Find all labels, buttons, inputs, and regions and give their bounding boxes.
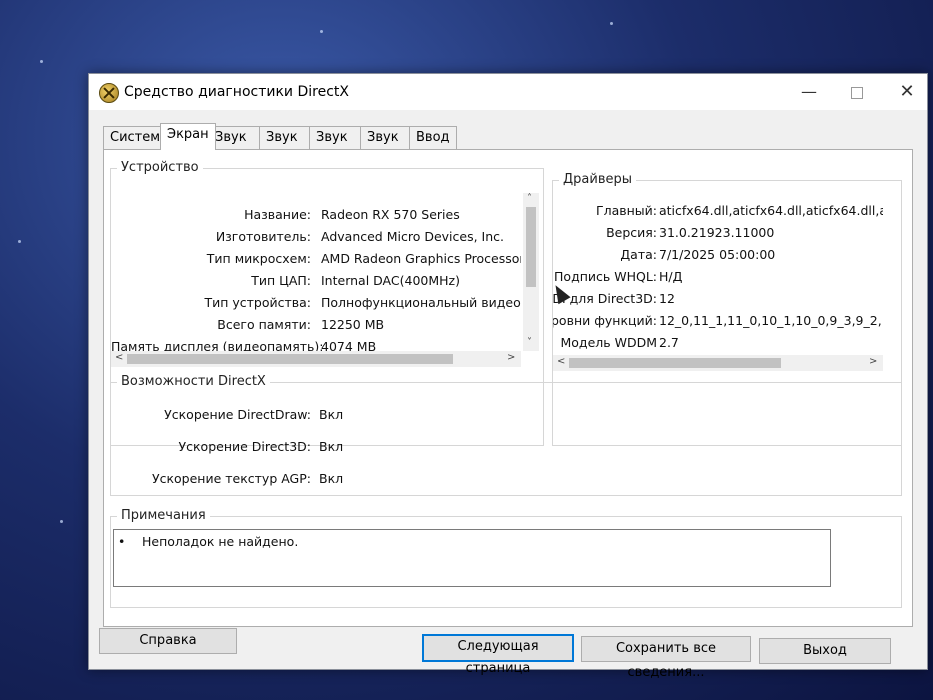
- device-row-value: Полнофункциональный видеоадапт: [321, 295, 521, 310]
- background-star: [320, 30, 323, 33]
- scroll-right-icon[interactable]: >: [507, 352, 515, 363]
- feature-row-value: Вкл: [319, 407, 344, 422]
- device-row-label: Всего памяти:: [217, 317, 311, 332]
- device-row-value: 12250 MB: [321, 317, 385, 332]
- feature-row-value: Вкл: [319, 439, 344, 454]
- close-button[interactable]: ✕: [887, 80, 927, 104]
- device-row-value: Advanced Micro Devices, Inc.: [321, 229, 504, 244]
- close-icon: ✕: [899, 81, 915, 102]
- device-row-label: Тип ЦАП:: [251, 273, 311, 288]
- tab-input[interactable]: Ввод: [409, 126, 457, 149]
- notes-group: Примечания • Неполадок не найдено.: [110, 508, 902, 608]
- tab-display[interactable]: Экран: [160, 123, 216, 150]
- drivers-horizontal-scrollbar[interactable]: < >: [553, 355, 883, 371]
- scroll-down-icon[interactable]: ˅: [527, 337, 532, 348]
- window-title: Средство диагностики DirectX: [124, 84, 349, 100]
- bullet-icon: •: [118, 534, 126, 549]
- exit-button[interactable]: Выход: [759, 638, 891, 664]
- maximize-button[interactable]: [837, 80, 877, 104]
- tab-sound-2[interactable]: Звук 2: [259, 126, 314, 167]
- driver-row-value: 31.0.21923.11000: [659, 225, 775, 240]
- directx-features-group-label: Возможности DirectX: [117, 374, 270, 389]
- help-button[interactable]: Справка: [99, 628, 237, 654]
- feature-row-label: Ускорение DirectDraw:: [164, 407, 311, 422]
- feature-row-value: Вкл: [319, 471, 344, 486]
- device-vertical-scrollbar[interactable]: ˄ ˅: [523, 193, 539, 351]
- next-page-button[interactable]: Следующая страница: [422, 634, 574, 676]
- driver-row-label: Модель WDDM: [560, 335, 658, 350]
- device-row-value: Internal DAC(400MHz): [321, 273, 460, 288]
- driver-row-value: Н/Д: [659, 269, 683, 284]
- driver-row-value: 7/1/2025 05:00:00: [659, 247, 776, 262]
- minimize-button[interactable]: —: [789, 80, 829, 104]
- tab-sound-3[interactable]: Звук 3: [309, 126, 364, 167]
- device-row-label: Изготовитель:: [215, 229, 311, 244]
- maximize-icon: [851, 87, 863, 99]
- device-row-label: Тип устройства:: [204, 295, 311, 310]
- scroll-right-icon[interactable]: >: [869, 356, 877, 367]
- scroll-up-icon[interactable]: ˄: [527, 193, 532, 204]
- notes-item: Неполадок не найдено.: [142, 534, 299, 549]
- driver-row-label: Уровни функций:: [553, 313, 657, 328]
- feature-row-label: Ускорение Direct3D:: [178, 439, 312, 454]
- device-horizontal-scrollbar[interactable]: < >: [111, 351, 521, 367]
- directx-features-group: Возможности DirectX Ускорение DirectDraw…: [110, 374, 902, 496]
- title-bar[interactable]: Средство диагностики DirectX — ✕: [89, 74, 927, 110]
- driver-row-value: 12_0,11_1,11_0,10_1,10_0,9_3,9_2,: [659, 313, 882, 328]
- device-row-label: Тип микросхем:: [206, 251, 311, 266]
- notes-textbox[interactable]: • Неполадок не найдено.: [113, 529, 831, 587]
- minimize-icon: —: [801, 82, 817, 101]
- scroll-thumb[interactable]: [127, 354, 453, 364]
- dxdiag-window: Средство диагностики DirectX — ✕ Система…: [88, 73, 928, 680]
- driver-row-label: Подпись WHQL:: [554, 269, 657, 284]
- driver-row-value: 2.7: [659, 335, 679, 350]
- notes-group-label: Примечания: [117, 508, 210, 523]
- device-group-label: Устройство: [117, 160, 203, 175]
- feature-row-label: Ускорение текстур AGP:: [151, 471, 311, 486]
- scroll-thumb[interactable]: [526, 207, 536, 287]
- driver-row-label: Главный:: [595, 203, 657, 218]
- tab-panel-display: Устройство Название: Radeon RX 570 Serie…: [103, 149, 913, 627]
- driver-row-label: Дата:: [620, 247, 657, 262]
- background-star: [40, 60, 43, 63]
- save-all-info-button[interactable]: Сохранить все сведения...: [581, 636, 751, 680]
- scroll-thumb[interactable]: [569, 358, 781, 368]
- drivers-group-label: Драйверы: [559, 172, 636, 187]
- driver-row-value: aticfx64.dll,aticfx64.dll,aticfx64.dll,a…: [659, 203, 883, 218]
- directx-app-icon: [99, 83, 119, 103]
- scroll-left-icon[interactable]: <: [115, 352, 123, 363]
- driver-row-value: 12: [659, 291, 675, 306]
- scroll-left-icon[interactable]: <: [557, 356, 565, 367]
- driver-row-label: Версия:: [606, 225, 657, 240]
- driver-info-list: Главный: aticfx64.dll,aticfx64.dll,aticf…: [553, 199, 883, 369]
- device-row-value: AMD Radeon Graphics Processor (0x6: [321, 251, 521, 266]
- tab-sound-4[interactable]: Звук 4: [360, 126, 415, 167]
- tab-sound-1[interactable]: Звук 1: [208, 126, 263, 167]
- device-row-value: Radeon RX 570 Series: [321, 207, 460, 222]
- background-star: [610, 22, 613, 25]
- background-star: [60, 520, 63, 523]
- background-star: [18, 240, 21, 243]
- device-row-label: Название:: [244, 207, 311, 222]
